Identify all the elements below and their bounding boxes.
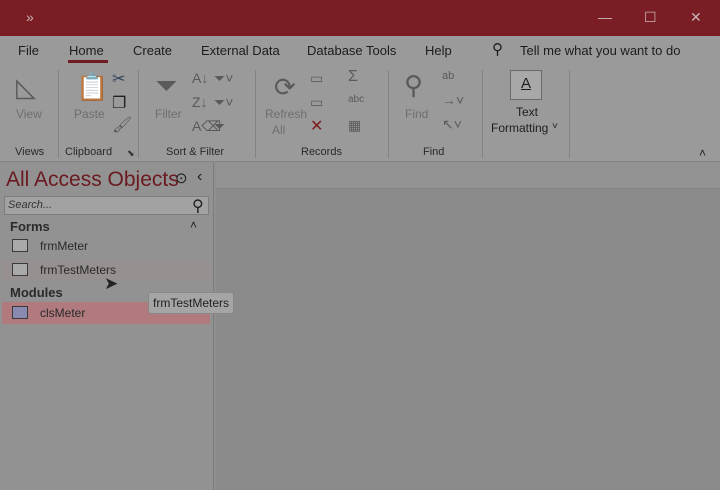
refresh-all-dropdown[interactable]: All: [272, 123, 285, 137]
divider: [569, 70, 570, 158]
refresh-icon: ⟳: [274, 72, 296, 102]
dialog-launcher-icon[interactable]: ⬊: [127, 148, 135, 159]
mouse-cursor-icon: ➤: [104, 274, 119, 293]
search-icon[interactable]: ⚲: [192, 196, 204, 216]
text-formatting-button[interactable]: Formatting: [491, 121, 548, 135]
spelling-icon[interactable]: abc: [348, 94, 364, 105]
work-area: [216, 163, 720, 490]
nav-title[interactable]: All Access Objects: [6, 168, 179, 192]
delete-icon[interactable]: ✕: [310, 116, 323, 136]
sort-descending-icon[interactable]: Z↓: [192, 94, 208, 110]
nav-menu-dropdown-icon[interactable]: ⊙: [175, 169, 188, 187]
cut-icon[interactable]: ✂: [112, 69, 125, 89]
nav-search-input[interactable]: Search...: [4, 196, 209, 215]
divider: [388, 70, 389, 158]
ribbon: ◺ View Views 📋 Paste ✂ ❐ 🖌 Clipboard ⬊ ⏷…: [0, 64, 720, 162]
form-icon: [12, 239, 28, 252]
group-label-records: Records: [301, 146, 342, 158]
group-forms[interactable]: Forms: [10, 219, 50, 234]
divider: [58, 70, 59, 158]
divider: [255, 70, 256, 158]
text-formatting-label[interactable]: Text: [516, 105, 538, 119]
class-module-icon: [12, 306, 28, 319]
select-icon[interactable]: ↖˅: [442, 116, 462, 133]
sort-ascending-icon[interactable]: A↓: [192, 70, 208, 86]
new-record-icon[interactable]: ▭: [310, 70, 323, 87]
maximize-button[interactable]: ☐: [644, 9, 657, 26]
minimize-button[interactable]: —: [598, 9, 612, 25]
format-painter-icon[interactable]: 🖌: [112, 115, 132, 135]
more-icon[interactable]: ▦: [348, 117, 361, 134]
divider: [138, 70, 139, 158]
tab-file[interactable]: File: [18, 43, 39, 58]
selection-icon[interactable]: ⏷˅: [214, 70, 233, 87]
tab-database-tools[interactable]: Database Tools: [307, 43, 396, 58]
filter-button[interactable]: Filter: [155, 107, 182, 121]
tab-create[interactable]: Create: [133, 43, 172, 58]
group-label-find: Find: [423, 146, 445, 158]
close-button[interactable]: ✕: [690, 9, 702, 26]
tab-home[interactable]: Home: [69, 43, 104, 58]
go-to-icon[interactable]: →˅: [442, 92, 464, 108]
filter-icon: ⏷: [155, 70, 178, 101]
view-icon: ◺: [16, 72, 36, 102]
copy-icon[interactable]: ❐: [112, 93, 126, 113]
ribbon-tabs: File Home Create External Data Database …: [0, 36, 720, 64]
group-modules[interactable]: Modules: [10, 285, 63, 300]
refresh-all-button[interactable]: Refresh: [265, 107, 307, 121]
tab-external-data[interactable]: External Data: [201, 43, 280, 58]
paste-icon: 📋: [76, 72, 109, 102]
toggle-filter-icon[interactable]: ⏷: [214, 118, 225, 135]
list-item[interactable]: frmMeter: [2, 235, 210, 257]
group-label-sort-filter: Sort & Filter: [166, 146, 225, 158]
group-label-clipboard: Clipboard: [65, 146, 113, 158]
tab-help[interactable]: Help: [425, 43, 452, 58]
save-record-icon[interactable]: ▭: [310, 94, 323, 111]
quick-access-chevron-icon[interactable]: »: [26, 9, 34, 25]
find-button[interactable]: Find: [405, 107, 428, 121]
tooltip: frmTestMeters: [148, 292, 235, 314]
text-formatting-icon: A: [510, 70, 542, 100]
collapse-ribbon-icon[interactable]: ˄: [699, 146, 706, 160]
search-icon: ⚲: [492, 41, 503, 58]
group-label-views: Views: [15, 146, 45, 158]
collapse-pane-icon[interactable]: ‹: [197, 168, 202, 186]
navigation-pane: All Access Objects ⊙ ‹ Search... ⚲ Forms…: [0, 163, 214, 490]
active-tab-indicator: [68, 60, 108, 63]
document-tab-bar: [216, 163, 720, 189]
view-button[interactable]: View: [16, 107, 42, 121]
paste-button[interactable]: Paste: [74, 107, 105, 121]
title-bar: » — ☐ ✕: [0, 0, 720, 36]
tell-me-input[interactable]: Tell me what you want to do: [520, 43, 680, 58]
chevron-down-icon: ˅: [552, 121, 558, 132]
find-icon: ⚲: [404, 70, 424, 100]
divider: [482, 70, 483, 158]
totals-icon[interactable]: Σ: [348, 68, 358, 86]
advanced-filter-icon[interactable]: ⏷˅: [214, 94, 233, 111]
chevron-up-icon[interactable]: ˄: [190, 218, 197, 232]
form-icon: [12, 263, 28, 276]
replace-icon[interactable]: ab: [442, 70, 454, 82]
